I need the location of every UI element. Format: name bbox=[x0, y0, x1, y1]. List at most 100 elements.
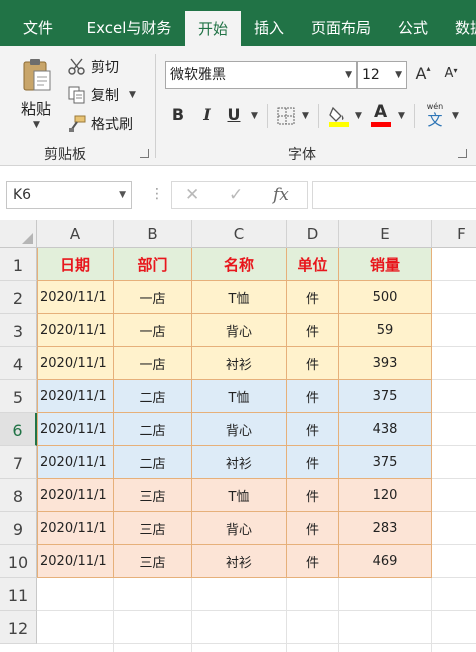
grow-font-button[interactable]: A▴ bbox=[414, 64, 432, 83]
copy-dropdown-icon[interactable]: ▼ bbox=[129, 90, 136, 100]
table-cell[interactable]: 2020/11/1 bbox=[37, 479, 114, 512]
fill-color-button[interactable] bbox=[328, 104, 350, 128]
column-header-a[interactable]: A bbox=[37, 220, 114, 248]
row-header-9[interactable]: 9 bbox=[0, 512, 37, 545]
table-cell[interactable]: 2020/11/1 bbox=[37, 413, 114, 446]
table-cell[interactable]: 件 bbox=[287, 446, 339, 479]
table-cell[interactable]: 三店 bbox=[114, 512, 192, 545]
row-header-12[interactable]: 12 bbox=[0, 611, 37, 644]
column-header-b[interactable]: B bbox=[114, 220, 192, 248]
table-cell[interactable]: 2020/11/1 bbox=[37, 347, 114, 380]
select-all-button[interactable] bbox=[0, 220, 37, 248]
tab-data[interactable]: 数据 bbox=[450, 10, 476, 46]
row-header-6[interactable]: 6 bbox=[0, 413, 37, 446]
row-header-2[interactable]: 2 bbox=[0, 281, 37, 314]
table-cell[interactable]: 件 bbox=[287, 281, 339, 314]
font-name-dropdown-icon[interactable]: ▼ bbox=[345, 62, 352, 88]
name-box-dropdown-icon[interactable]: ▼ bbox=[119, 182, 126, 208]
font-size-combo[interactable]: 12 ▼ bbox=[357, 61, 407, 89]
font-name-combo[interactable]: 微软雅黑 ▼ bbox=[165, 61, 357, 89]
row-header-1[interactable]: 1 bbox=[0, 248, 37, 281]
bold-button[interactable]: B bbox=[170, 105, 186, 124]
underline-dropdown-icon[interactable]: ▼ bbox=[251, 111, 258, 121]
copy-button[interactable]: 复制 ▼ bbox=[66, 83, 136, 107]
table-cell[interactable]: 件 bbox=[287, 347, 339, 380]
table-cell[interactable]: 背心 bbox=[192, 413, 287, 446]
underline-button[interactable]: U bbox=[226, 105, 242, 124]
formula-input[interactable] bbox=[312, 181, 476, 209]
table-cell[interactable]: 59 bbox=[339, 314, 432, 347]
row-header-5[interactable]: 5 bbox=[0, 380, 37, 413]
table-cell[interactable]: 2020/11/1 bbox=[37, 512, 114, 545]
worksheet-grid[interactable]: ABCDEF 1 2 3 4 5 6 7 8 9 10 11 12 日期 部门 名称 单位 销量 2020/11… bbox=[0, 220, 476, 652]
table-cell[interactable]: 2020/11/1 bbox=[37, 446, 114, 479]
table-cell[interactable]: 一店 bbox=[114, 314, 192, 347]
tab-insert[interactable]: 插入 bbox=[246, 10, 292, 46]
table-cell[interactable]: 2020/11/1 bbox=[37, 281, 114, 314]
table-cell[interactable]: 二店 bbox=[114, 446, 192, 479]
column-header-c[interactable]: C bbox=[192, 220, 287, 248]
name-box[interactable]: K6 ▼ bbox=[6, 181, 132, 209]
borders-button[interactable] bbox=[277, 107, 295, 125]
table-cell[interactable]: 500 bbox=[339, 281, 432, 314]
table-cell[interactable]: T恤 bbox=[192, 281, 287, 314]
table-cell[interactable]: 120 bbox=[339, 479, 432, 512]
column-header-d[interactable]: D bbox=[287, 220, 339, 248]
row-header-11[interactable]: 11 bbox=[0, 578, 37, 611]
table-cell[interactable]: 件 bbox=[287, 479, 339, 512]
tab-formulas[interactable]: 公式 bbox=[390, 10, 436, 46]
column-header-f[interactable]: F bbox=[432, 220, 476, 248]
table-cell[interactable]: 438 bbox=[339, 413, 432, 446]
tab-excel-finance[interactable]: Excel与财务 bbox=[80, 10, 178, 46]
table-cell[interactable]: 一店 bbox=[114, 281, 192, 314]
table-cell[interactable]: 375 bbox=[339, 446, 432, 479]
header-cell[interactable]: 销量 bbox=[339, 248, 432, 281]
table-cell[interactable]: 衬衫 bbox=[192, 446, 287, 479]
header-cell[interactable]: 部门 bbox=[114, 248, 192, 281]
table-cell[interactable]: 背心 bbox=[192, 512, 287, 545]
table-cell[interactable]: 2020/11/1 bbox=[37, 380, 114, 413]
header-cell[interactable]: 日期 bbox=[37, 248, 114, 281]
table-cell[interactable]: 375 bbox=[339, 380, 432, 413]
table-cell[interactable]: T恤 bbox=[192, 380, 287, 413]
column-header-e[interactable]: E bbox=[339, 220, 432, 248]
row-header-3[interactable]: 3 bbox=[0, 314, 37, 347]
tab-home[interactable]: 开始 bbox=[185, 11, 241, 47]
table-cell[interactable]: 件 bbox=[287, 413, 339, 446]
table-cell[interactable]: 衬衫 bbox=[192, 347, 287, 380]
font-size-dropdown-icon[interactable]: ▼ bbox=[395, 62, 402, 88]
italic-button[interactable]: I bbox=[199, 105, 215, 124]
table-cell[interactable]: 393 bbox=[339, 347, 432, 380]
row-header-10[interactable]: 10 bbox=[0, 545, 37, 578]
table-cell[interactable]: 2020/11/1 bbox=[37, 314, 114, 347]
format-painter-button[interactable]: 格式刷 bbox=[66, 112, 133, 136]
table-cell[interactable]: 件 bbox=[287, 314, 339, 347]
table-cell[interactable]: T恤 bbox=[192, 479, 287, 512]
tab-file[interactable]: 文件 bbox=[10, 10, 66, 46]
phonetic-dropdown-icon[interactable]: ▼ bbox=[452, 111, 459, 121]
clipboard-launcher-icon[interactable] bbox=[140, 149, 149, 158]
table-cell[interactable]: 三店 bbox=[114, 479, 192, 512]
drag-handle-icon[interactable]: ⋮ bbox=[150, 186, 164, 202]
paste-dropdown-icon[interactable]: ▼ bbox=[33, 120, 40, 130]
cut-button[interactable]: 剪切 bbox=[66, 55, 119, 79]
header-cell[interactable]: 单位 bbox=[287, 248, 339, 281]
cancel-icon[interactable]: ✕ bbox=[185, 182, 199, 208]
header-cell[interactable]: 名称 bbox=[192, 248, 287, 281]
table-cell[interactable]: 283 bbox=[339, 512, 432, 545]
table-cell[interactable]: 二店 bbox=[114, 413, 192, 446]
table-cell[interactable]: 衬衫 bbox=[192, 545, 287, 578]
table-cell[interactable]: 件 bbox=[287, 380, 339, 413]
table-cell[interactable]: 二店 bbox=[114, 380, 192, 413]
table-cell[interactable]: 三店 bbox=[114, 545, 192, 578]
font-color-dropdown-icon[interactable]: ▼ bbox=[398, 111, 405, 121]
table-cell[interactable]: 背心 bbox=[192, 314, 287, 347]
row-header-7[interactable]: 7 bbox=[0, 446, 37, 479]
table-cell[interactable]: 2020/11/1 bbox=[37, 545, 114, 578]
phonetic-guide-button[interactable]: wén 文 bbox=[422, 102, 448, 130]
tab-page-layout[interactable]: 页面布局 bbox=[302, 10, 380, 46]
table-cell[interactable]: 469 bbox=[339, 545, 432, 578]
font-launcher-icon[interactable] bbox=[458, 149, 467, 158]
table-cell[interactable]: 件 bbox=[287, 545, 339, 578]
borders-dropdown-icon[interactable]: ▼ bbox=[302, 111, 309, 121]
